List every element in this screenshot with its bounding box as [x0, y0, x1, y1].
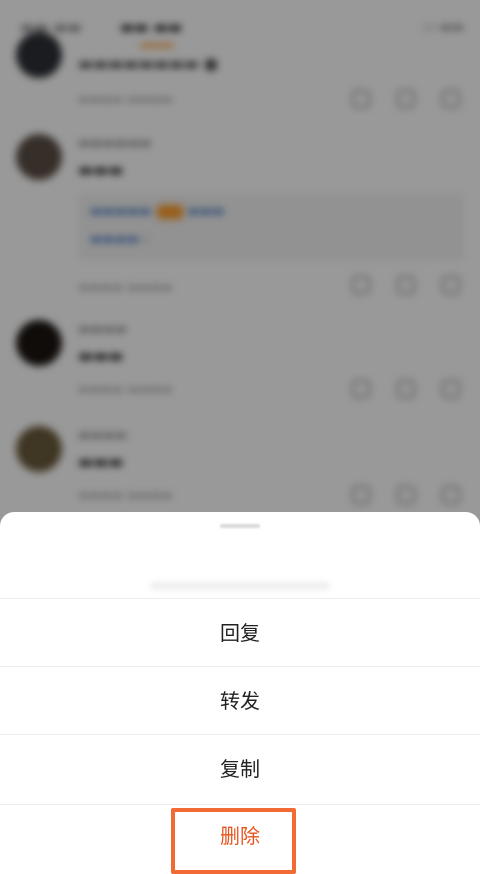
reply-option[interactable]: 回复 — [0, 598, 480, 666]
comment-preview — [150, 582, 330, 590]
copy-option[interactable]: 复制 — [0, 734, 480, 802]
repost-option[interactable]: 转发 — [0, 666, 480, 734]
drag-handle[interactable] — [220, 524, 260, 528]
action-sheet: 回复 转发 复制 删除 — [0, 512, 480, 867]
delete-option[interactable]: 删除 — [0, 804, 480, 867]
